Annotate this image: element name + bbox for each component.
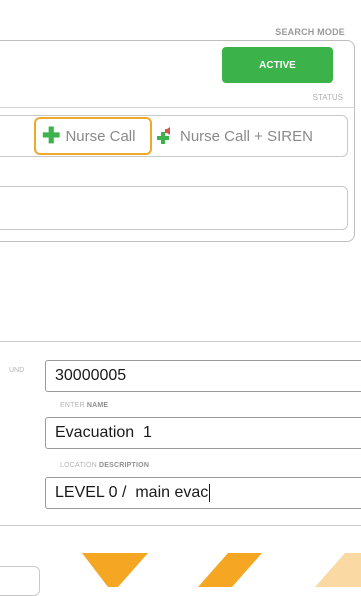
search-mode-label: SEARCH MODE xyxy=(275,27,345,37)
name-value: Evacuation 1 xyxy=(55,424,152,441)
nurse-call-option[interactable]: ✚ Nurse Call xyxy=(34,117,152,155)
clipped-field-label: UND xyxy=(9,367,25,374)
number-value: 30000005 xyxy=(55,367,127,384)
name-caption: ENTER NAME xyxy=(60,402,109,409)
text-caret xyxy=(209,484,211,502)
panel-divider xyxy=(0,107,355,108)
form-top-divider xyxy=(0,341,361,342)
number-field[interactable]: 30000005 xyxy=(45,360,361,392)
plus-icon: ✚ xyxy=(42,123,61,148)
location-field[interactable]: LEVEL 0 / main evac xyxy=(45,477,361,509)
location-caption: LOCATION DESCRIPTION xyxy=(60,462,150,469)
form-bottom-divider xyxy=(0,525,361,526)
status-label: STATUS xyxy=(312,93,343,102)
nurse-call-siren-option[interactable]: Nurse Call + SIREN xyxy=(156,117,313,155)
plus-siren-icon xyxy=(156,126,176,146)
nurse-call-label: Nurse Call xyxy=(65,127,136,145)
hazard-stripes xyxy=(82,553,361,587)
empty-input-field[interactable] xyxy=(0,186,348,230)
nurse-call-siren-label: Nurse Call + SIREN xyxy=(180,127,313,145)
active-button[interactable]: ACTIVE xyxy=(222,47,333,83)
location-value: LEVEL 0 / main evac xyxy=(55,484,209,501)
name-field[interactable]: Evacuation 1 xyxy=(45,417,361,449)
